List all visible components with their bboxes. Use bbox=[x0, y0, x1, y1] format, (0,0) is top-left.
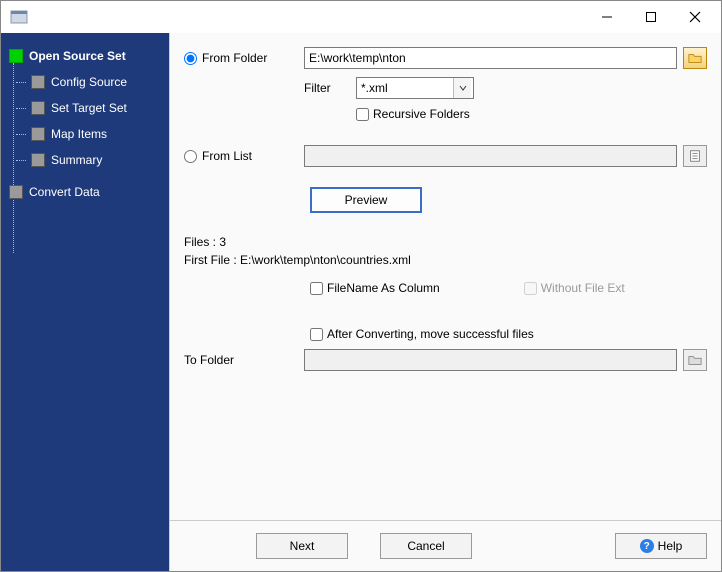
from-folder-radio[interactable]: From Folder bbox=[184, 51, 267, 65]
next-button[interactable]: Next bbox=[256, 533, 348, 559]
recursive-folders-checkbox[interactable]: Recursive Folders bbox=[356, 107, 470, 121]
filter-combo[interactable] bbox=[356, 77, 474, 99]
button-bar: Next Cancel ? Help bbox=[170, 520, 721, 571]
move-after-label: After Converting, move successful files bbox=[327, 327, 534, 341]
to-folder-label: To Folder bbox=[184, 353, 234, 367]
step-label: Convert Data bbox=[29, 185, 100, 199]
step-bullet-icon bbox=[31, 101, 45, 115]
step-bullet-icon bbox=[31, 127, 45, 141]
without-file-ext-label: Without File Ext bbox=[541, 281, 625, 295]
step-label: Open Source Set bbox=[29, 49, 126, 63]
browse-to-folder-button[interactable] bbox=[683, 349, 707, 371]
filter-label: Filter bbox=[304, 81, 350, 95]
step-bullet-icon bbox=[9, 49, 23, 63]
without-file-ext-input bbox=[524, 282, 537, 295]
step-bullet-icon bbox=[31, 75, 45, 89]
browse-folder-button[interactable] bbox=[683, 47, 707, 69]
recursive-folders-input[interactable] bbox=[356, 108, 369, 121]
folder-icon bbox=[688, 51, 702, 65]
help-button-label: Help bbox=[658, 539, 683, 553]
step-label: Summary bbox=[51, 153, 102, 167]
filename-as-column-label: FileName As Column bbox=[327, 281, 440, 295]
maximize-button[interactable] bbox=[629, 3, 673, 31]
step-bullet-icon bbox=[31, 153, 45, 167]
chevron-down-icon bbox=[459, 84, 467, 92]
list-file-icon bbox=[688, 149, 702, 163]
from-list-radio[interactable]: From List bbox=[184, 149, 252, 163]
filter-dropdown-button[interactable] bbox=[453, 78, 471, 98]
preview-button-label: Preview bbox=[345, 193, 388, 207]
next-button-label: Next bbox=[290, 539, 315, 553]
tree-connector bbox=[13, 63, 14, 253]
step-set-target-set[interactable]: Set Target Set bbox=[29, 95, 165, 121]
first-file: First File : E:\work\temp\nton\countries… bbox=[184, 253, 707, 267]
step-open-source-set[interactable]: Open Source Set bbox=[7, 43, 165, 69]
step-label: Map Items bbox=[51, 127, 107, 141]
step-config-source[interactable]: Config Source bbox=[29, 69, 165, 95]
filename-as-column-checkbox[interactable]: FileName As Column bbox=[310, 281, 440, 295]
step-label: Config Source bbox=[51, 75, 127, 89]
preview-button[interactable]: Preview bbox=[310, 187, 422, 213]
step-bullet-icon bbox=[9, 185, 23, 199]
help-icon: ? bbox=[640, 539, 654, 553]
cancel-button[interactable]: Cancel bbox=[380, 533, 472, 559]
cancel-button-label: Cancel bbox=[407, 539, 444, 553]
wizard-steps-sidebar: Open Source Set Config Source Set Target… bbox=[1, 33, 169, 571]
recursive-folders-label: Recursive Folders bbox=[373, 107, 470, 121]
folder-icon bbox=[688, 353, 702, 367]
step-map-items[interactable]: Map Items bbox=[29, 121, 165, 147]
step-summary[interactable]: Summary bbox=[29, 147, 165, 173]
step-convert-data[interactable]: Convert Data bbox=[7, 179, 165, 205]
from-list-label: From List bbox=[202, 149, 252, 163]
app-icon bbox=[9, 7, 29, 27]
from-list-input[interactable] bbox=[304, 145, 677, 167]
move-after-input[interactable] bbox=[310, 328, 323, 341]
titlebar bbox=[1, 1, 721, 33]
without-file-ext-checkbox: Without File Ext bbox=[524, 281, 625, 295]
close-button[interactable] bbox=[673, 3, 717, 31]
move-after-checkbox[interactable]: After Converting, move successful files bbox=[310, 327, 534, 341]
from-list-radio-input[interactable] bbox=[184, 150, 197, 163]
files-count: Files : 3 bbox=[184, 235, 707, 249]
from-folder-radio-input[interactable] bbox=[184, 52, 197, 65]
from-folder-input[interactable] bbox=[304, 47, 677, 69]
filter-input[interactable] bbox=[357, 78, 453, 98]
help-button[interactable]: ? Help bbox=[615, 533, 707, 559]
to-folder-input[interactable] bbox=[304, 349, 677, 371]
from-folder-label: From Folder bbox=[202, 51, 267, 65]
main-panel: From Folder Filter bbox=[169, 33, 721, 571]
filename-as-column-input[interactable] bbox=[310, 282, 323, 295]
browse-list-button[interactable] bbox=[683, 145, 707, 167]
minimize-button[interactable] bbox=[585, 3, 629, 31]
step-label: Set Target Set bbox=[51, 101, 127, 115]
